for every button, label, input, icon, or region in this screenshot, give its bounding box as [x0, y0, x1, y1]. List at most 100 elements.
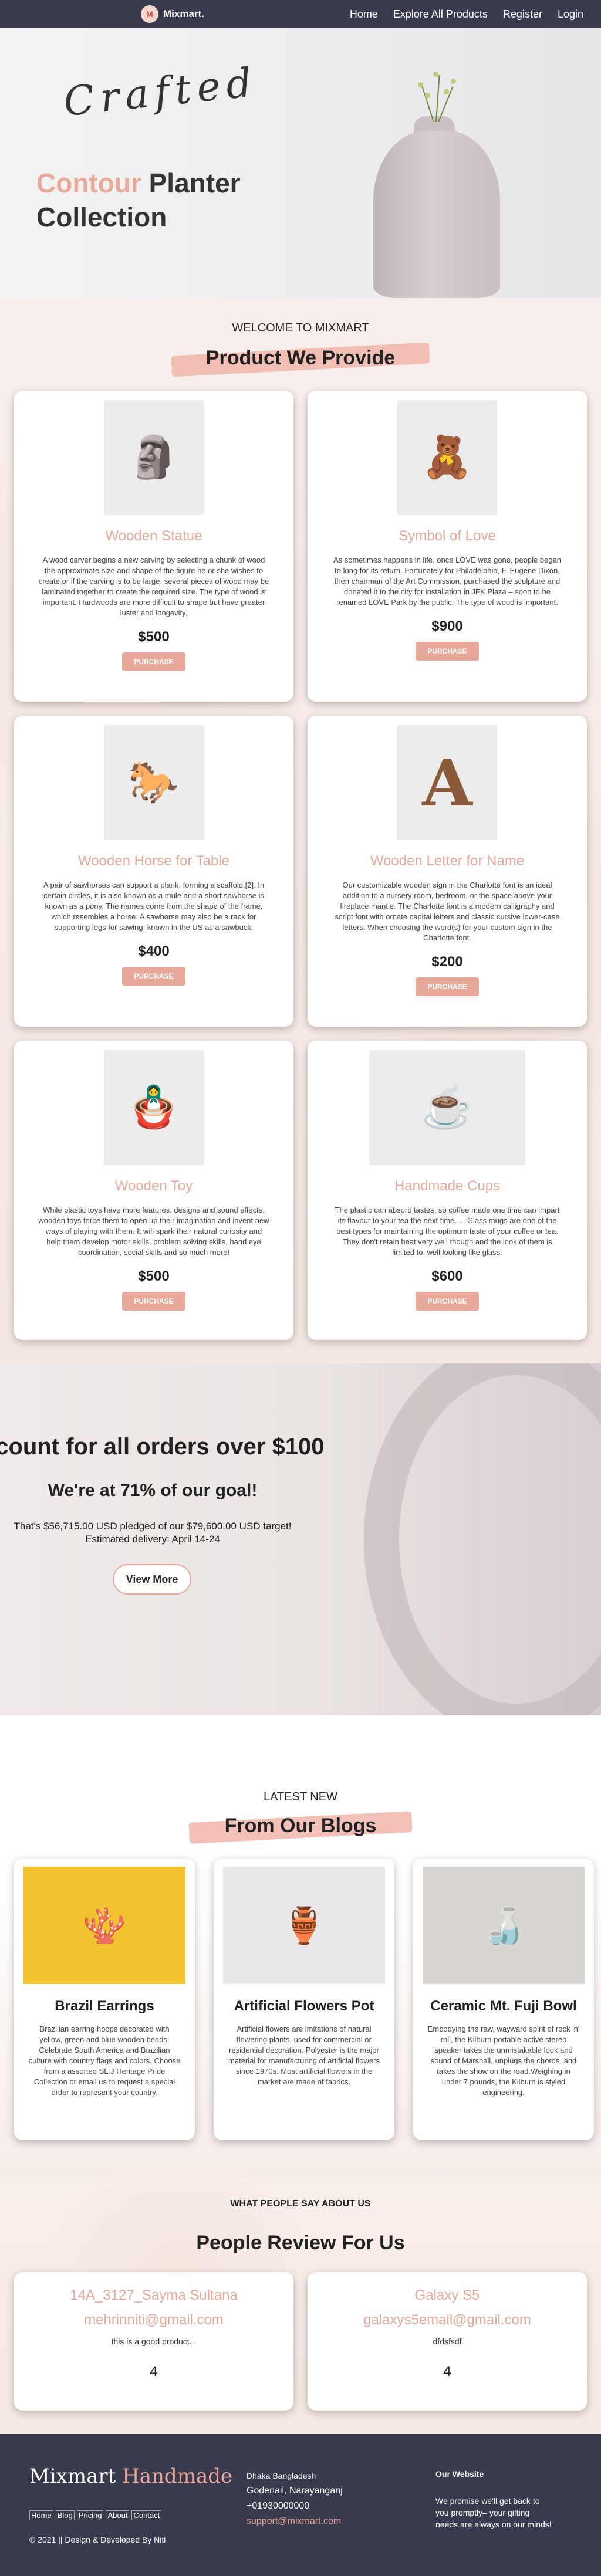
purchase-button[interactable]: PURCHASE — [122, 967, 185, 986]
reviews-section: WHAT PEOPLE SAY ABOUT US People Review F… — [0, 2175, 601, 2434]
hero-banner: Crafted Contour Planter Collection — [0, 28, 601, 298]
hero-title-line2: Collection — [36, 202, 167, 232]
purchase-button[interactable]: PURCHASE — [122, 1292, 185, 1311]
pledged-text: That's $56,715.00 USD pledged of our $79… — [13, 1521, 292, 1532]
support-email[interactable]: support@mixmart.com — [247, 2514, 343, 2529]
reviews-kicker: WHAT PEOPLE SAY ABOUT US — [230, 2199, 371, 2209]
reviewer-name: Galaxy S5 — [414, 2287, 480, 2303]
product-description: The plastic can absorb tastes, so coffee… — [335, 1206, 560, 1257]
blogs-grid: 🪸 Brazil Earrings Brazilian earring hoop… — [14, 1859, 594, 2140]
blog-card[interactable]: 🍶 Ceramic Mt. Fuji Bowl Embodying the ra… — [413, 1859, 594, 2140]
plant-bud — [433, 72, 438, 77]
address-line2: Godenail, Narayanganj — [247, 2486, 343, 2496]
blog-text: Brazilian earring hoops decorated with y… — [28, 2025, 181, 2097]
discount-headline: scount for all orders over $100 — [0, 1434, 325, 1460]
review-card: 14A_3127_Sayma Sultana mehrinniti@gmail.… — [14, 2272, 293, 2411]
review-text: dfdsfsdf — [433, 2337, 462, 2346]
nav-home[interactable]: Home — [350, 8, 378, 21]
vase-image — [373, 131, 500, 298]
footer: Mixmart Handmade Home Blog Pricing About… — [0, 2434, 601, 2576]
product-name: Handmade Cups — [394, 1178, 501, 1194]
footer-address: Dhaka Bangladesh Godenail, Narayanganj +… — [247, 2468, 343, 2529]
footer-link-contact[interactable]: Contact — [131, 2510, 162, 2520]
nav-register[interactable]: Register — [503, 8, 542, 21]
bowl-icon: 🍶 — [423, 1867, 585, 1984]
about-text: We promise we'll get back to you promptl… — [435, 2496, 552, 2529]
nav-explore[interactable]: Explore All Products — [393, 8, 488, 21]
product-card: 🗿 Wooden Statue A wood carver begins a n… — [14, 391, 293, 702]
product-card: A Wooden Letter for Name Our customizabl… — [308, 716, 587, 1027]
plant-bud — [418, 82, 423, 87]
view-more-button[interactable]: View More — [113, 1564, 191, 1595]
footer-links: Home Blog Pricing About Contact — [29, 2510, 162, 2520]
blog-card[interactable]: 🏺 Artificial Flowers Pot Artificial flow… — [214, 1859, 394, 2140]
brand[interactable]: M Mixmart. — [141, 5, 204, 23]
plant-stem — [435, 75, 440, 123]
product-description: Our customizable wooden sign in the Char… — [335, 881, 560, 942]
purchase-button[interactable]: PURCHASE — [416, 977, 479, 996]
plant-bud — [425, 93, 430, 98]
product-price: $500 — [138, 629, 170, 645]
product-description: A pair of sawhorses can support a plank,… — [43, 881, 265, 932]
purchase-button[interactable]: PURCHASE — [416, 1292, 479, 1311]
footer-link-blog[interactable]: Blog — [55, 2510, 75, 2520]
blog-title: Ceramic Mt. Fuji Bowl — [430, 1998, 577, 2014]
figurine-icon: 🧸 — [397, 400, 497, 515]
product-price: $500 — [138, 1268, 170, 1284]
product-price: $600 — [431, 1268, 463, 1284]
footer-brand: Mixmart Handmade — [29, 2465, 233, 2488]
copyright: © 2021 || Design & Developed By Niti — [29, 2535, 166, 2544]
delivery-text: Estimated delivery: April 14-24 — [85, 1534, 220, 1545]
blog-card[interactable]: 🪸 Brazil Earrings Brazilian earring hoop… — [14, 1859, 195, 2140]
review-text: this is a good product... — [111, 2337, 197, 2346]
cup-icon: ☕ — [369, 1050, 525, 1165]
blog-title: Brazil Earrings — [55, 1998, 154, 2014]
phone: +01930000000 — [247, 2501, 310, 2511]
purchase-button[interactable]: PURCHASE — [122, 652, 185, 671]
product-description: While plastic toys have more features, d… — [38, 1206, 269, 1257]
purchase-button[interactable]: PURCHASE — [416, 642, 479, 661]
vase-icon: 🏺 — [223, 1867, 385, 1984]
product-description: A wood carver begins a new carving by se… — [38, 556, 269, 617]
blog-text: Embodying the raw, wayward spirit of roc… — [427, 2025, 580, 2097]
letter-a-icon: A — [397, 725, 497, 840]
product-name: Wooden Horse for Table — [78, 853, 229, 869]
reviews-title: People Review For Us — [196, 2232, 405, 2254]
reviewer-name: 14A_3127_Sayma Sultana — [70, 2287, 238, 2303]
hero-title-rest: Planter — [141, 168, 241, 198]
logo-icon: M — [141, 5, 158, 23]
decorative-arc — [364, 1363, 601, 1715]
reviews-grid: 14A_3127_Sayma Sultana mehrinniti@gmail.… — [14, 2272, 587, 2411]
address-line1: Dhaka Bangladesh — [247, 2471, 316, 2480]
product-name: Wooden Statue — [105, 528, 202, 544]
products-kicker: WELCOME TO MIXMART — [232, 321, 369, 334]
product-price: $200 — [431, 954, 463, 970]
hero-title: Contour Planter Collection — [36, 166, 241, 234]
nav-login[interactable]: Login — [558, 8, 583, 21]
product-price: $400 — [138, 943, 170, 959]
hero-title-accent: Contour — [36, 168, 141, 198]
footer-link-pricing[interactable]: Pricing — [76, 2510, 104, 2520]
earrings-icon: 🪸 — [23, 1867, 185, 1984]
product-name: Wooden Toy — [114, 1178, 193, 1194]
footer-link-about[interactable]: About — [106, 2510, 130, 2520]
products-title: Product We Provide — [171, 342, 430, 377]
blogs-title: From Our Blogs — [188, 1811, 413, 1844]
product-name: Symbol of Love — [399, 528, 496, 544]
toy-icon: 🪆 — [104, 1050, 204, 1165]
product-description: As sometimes happens in life, once LOVE … — [333, 556, 562, 607]
plant-bud — [444, 89, 449, 94]
products-grid: 🗿 Wooden Statue A wood carver begins a n… — [14, 391, 587, 1340]
reviewer-email: mehrinniti@gmail.com — [84, 2312, 224, 2328]
footer-link-home[interactable]: Home — [29, 2510, 53, 2520]
hero-script-word: Crafted — [61, 59, 260, 126]
brand-name: Mixmart. — [163, 8, 204, 19]
reviewer-email: galaxys5email@gmail.com — [363, 2312, 531, 2328]
about-title: Our Website — [435, 2469, 484, 2479]
blogs-section: LATEST NEW From Our Blogs 🪸 Brazil Earri… — [0, 1715, 601, 2175]
top-navbar: M Mixmart. Home Explore All Products Reg… — [0, 0, 601, 28]
blogs-kicker: LATEST NEW — [264, 1790, 337, 1803]
products-section: WELCOME TO MIXMART Product We Provide 🗿 … — [0, 298, 601, 1363]
plant-bud — [451, 79, 456, 84]
goal-text: We're at 71% of our goal! — [48, 1481, 258, 1500]
